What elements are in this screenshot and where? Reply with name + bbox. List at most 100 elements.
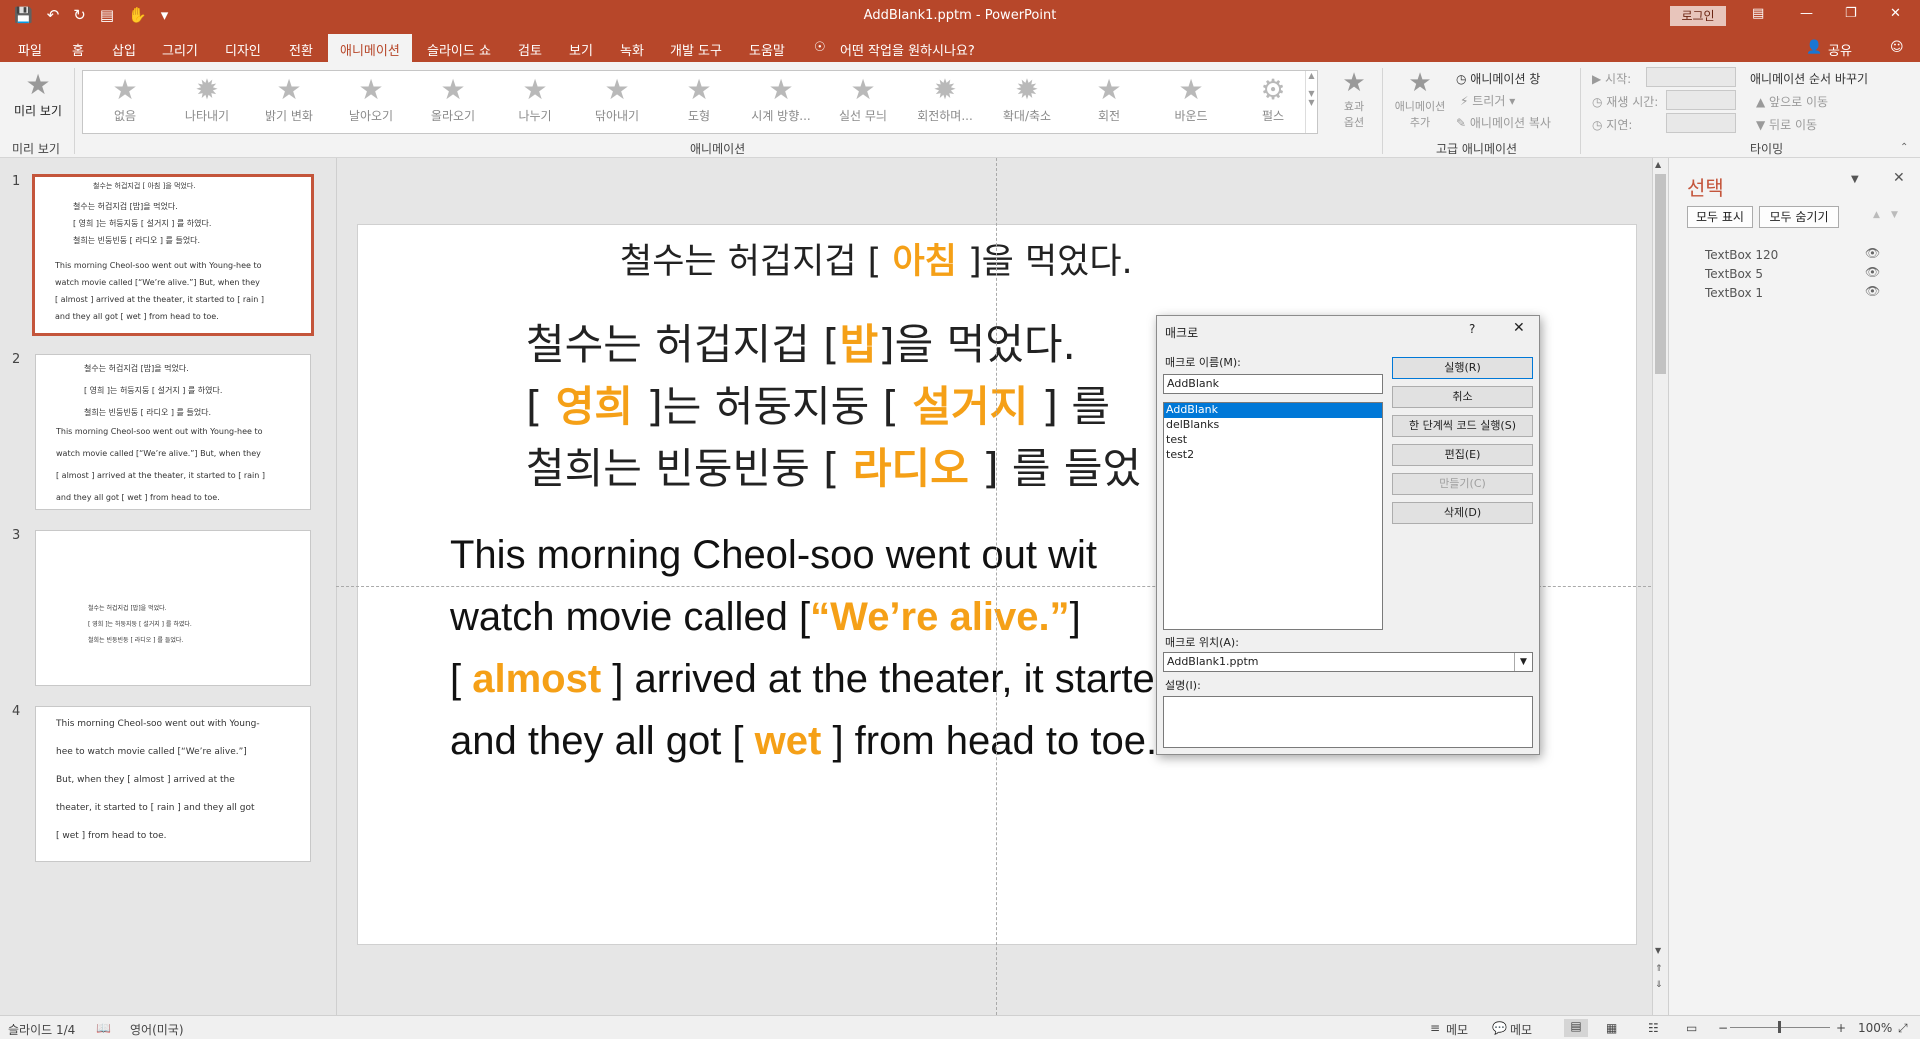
- trigger-button[interactable]: ⚡ 트리거 ▾: [1460, 92, 1515, 109]
- fit-slide-icon[interactable]: ⤢: [1898, 1021, 1908, 1036]
- tab-help[interactable]: 도움말: [749, 40, 785, 59]
- reading-view-icon[interactable]: ☷: [1648, 1021, 1659, 1035]
- animation-painter-button[interactable]: ✎ 애니메이션 복사: [1456, 114, 1551, 131]
- animation-split[interactable]: ★ 나누기: [495, 73, 575, 133]
- macro-list-item[interactable]: test: [1164, 433, 1382, 448]
- bring-forward-icon[interactable]: ▲: [1873, 210, 1880, 220]
- send-backward-icon[interactable]: ▼: [1891, 210, 1898, 220]
- tab-design[interactable]: 디자인: [225, 40, 261, 59]
- slide-thumbnail-2[interactable]: 철수는 허겁지겁 [밥]을 먹었다. [ 영희 ]는 허둥지둥 [ 설거지 ] …: [35, 354, 311, 510]
- start-dropdown[interactable]: [1646, 67, 1736, 87]
- textbox-120[interactable]: 철수는 허겁지겁 [ 아침 ]을 먹었다.: [620, 233, 1133, 284]
- english-line-2[interactable]: watch movie called [“We’re alive.”]: [450, 595, 1081, 640]
- delay-input[interactable]: [1666, 113, 1736, 133]
- animation-random-bars[interactable]: ★ 실선 무늬: [823, 73, 903, 133]
- selection-item[interactable]: TextBox 1: [1705, 286, 1763, 300]
- tell-me-search[interactable]: 어떤 작업을 원하시나요?: [840, 40, 975, 59]
- notes-icon[interactable]: ≡: [1430, 1021, 1440, 1035]
- hide-all-button[interactable]: 모두 숨기기: [1759, 206, 1839, 228]
- macro-list-item[interactable]: delBlanks: [1164, 418, 1382, 433]
- step-into-button[interactable]: 한 단계씩 코드 실행(S): [1392, 415, 1533, 437]
- slide-thumbnail-1[interactable]: 철수는 허겁지겁 [ 아침 ]을 먹었다. 철수는 허겁지겁 [밥]을 먹었다.…: [32, 174, 314, 336]
- visibility-eye-icon[interactable]: 👁: [1865, 246, 1880, 260]
- english-line-4[interactable]: and they all got [ wet ] from head to to…: [450, 719, 1157, 764]
- slide-line-1[interactable]: 철수는 허겁지겁 [밥]을 먹었다.: [526, 311, 1076, 372]
- share-button[interactable]: 공유: [1828, 40, 1852, 59]
- tab-slideshow[interactable]: 슬라이드 쇼: [427, 40, 491, 59]
- notes-button[interactable]: 메모: [1446, 1021, 1468, 1038]
- selection-item[interactable]: TextBox 120: [1705, 248, 1778, 262]
- smiley-icon[interactable]: ☺: [1890, 40, 1904, 55]
- previous-slide-icon[interactable]: ⇑: [1655, 964, 1663, 974]
- scroll-down-icon[interactable]: ▼: [1655, 946, 1661, 955]
- animation-zoom[interactable]: ✹ 확대/축소: [987, 73, 1067, 133]
- description-box[interactable]: [1163, 696, 1533, 748]
- tab-home[interactable]: 홈: [72, 40, 84, 59]
- visibility-eye-icon[interactable]: 👁: [1865, 284, 1880, 298]
- animation-shape[interactable]: ★ 도형: [659, 73, 739, 133]
- tab-view[interactable]: 보기: [569, 40, 593, 59]
- animation-wipe[interactable]: ★ 닦아내기: [577, 73, 657, 133]
- macro-list[interactable]: AddBlank delBlanks test test2: [1163, 402, 1383, 630]
- language-indicator[interactable]: 영어(미국): [130, 1021, 184, 1038]
- pane-options-icon[interactable]: ▼: [1851, 174, 1859, 185]
- selection-item[interactable]: TextBox 5: [1705, 267, 1763, 281]
- edit-button[interactable]: 편집(E): [1392, 444, 1533, 466]
- ribbon-display-icon[interactable]: ▤: [1752, 6, 1764, 21]
- slideshow-icon[interactable]: ▭: [1686, 1021, 1697, 1035]
- preview-button[interactable]: ★ 미리 보기: [10, 68, 66, 119]
- spellcheck-icon[interactable]: 📖: [96, 1021, 111, 1035]
- cancel-button[interactable]: 취소: [1392, 386, 1533, 408]
- delete-button[interactable]: 삭제(D): [1392, 502, 1533, 524]
- animation-grow-turn[interactable]: ✹ 회전하며...: [905, 73, 985, 133]
- zoom-out-icon[interactable]: −: [1718, 1021, 1728, 1035]
- animation-bounce[interactable]: ★ 바운드: [1151, 73, 1231, 133]
- tab-record[interactable]: 녹화: [620, 40, 644, 59]
- slide-thumbnail-4[interactable]: This morning Cheol-soo went out with You…: [35, 706, 311, 862]
- zoom-level[interactable]: 100%: [1858, 1021, 1892, 1035]
- macro-name-input[interactable]: AddBlank: [1163, 374, 1383, 394]
- move-earlier-button[interactable]: ▲ 앞으로 이동: [1756, 93, 1828, 110]
- animation-pane-button[interactable]: ◷ 애니메이션 창: [1456, 70, 1540, 87]
- tab-review[interactable]: 검토: [518, 40, 542, 59]
- visibility-eye-icon[interactable]: 👁: [1865, 265, 1880, 279]
- slide-line-2[interactable]: [ 영희 ]는 허둥지둥 [ 설거지 ] 를: [526, 373, 1110, 434]
- login-button[interactable]: 로그인: [1670, 6, 1726, 26]
- next-slide-icon[interactable]: ⇓: [1655, 980, 1663, 990]
- scroll-thumb[interactable]: [1655, 174, 1666, 374]
- create-button[interactable]: 만들기(C): [1392, 473, 1533, 495]
- minimize-button[interactable]: —: [1800, 6, 1813, 21]
- show-all-button[interactable]: 모두 표시: [1687, 206, 1753, 228]
- animation-none[interactable]: ★ 없음: [85, 73, 165, 133]
- duration-input[interactable]: [1666, 90, 1736, 110]
- dialog-close-icon[interactable]: ✕: [1513, 320, 1525, 336]
- normal-view-icon[interactable]: ▤: [1564, 1019, 1588, 1037]
- comments-icon[interactable]: 💬: [1492, 1021, 1507, 1035]
- effect-options-button[interactable]: ★ 효과 옵션: [1330, 68, 1378, 130]
- zoom-slider-thumb[interactable]: [1778, 1021, 1781, 1033]
- tab-draw[interactable]: 그리기: [162, 40, 198, 59]
- tab-file[interactable]: 파일: [18, 40, 42, 59]
- english-line-1[interactable]: This morning Cheol-soo went out wit: [450, 533, 1097, 578]
- move-later-button[interactable]: ▼ 뒤로 이동: [1756, 116, 1817, 133]
- chevron-down-icon[interactable]: ▼: [1514, 653, 1532, 671]
- comments-button[interactable]: 메모: [1510, 1021, 1532, 1038]
- vertical-scrollbar[interactable]: ▲ ▼ ⇑ ⇓: [1652, 158, 1668, 1015]
- slide-thumbnail-3[interactable]: 철수는 허겁지겁 [밥]을 먹었다. [ 영희 ]는 허둥지둥 [ 설거지 ] …: [35, 530, 311, 686]
- close-button[interactable]: ✕: [1890, 6, 1901, 21]
- macro-list-item[interactable]: test2: [1164, 448, 1382, 463]
- scroll-up-icon[interactable]: ▲: [1655, 160, 1661, 169]
- maximize-button[interactable]: ❐: [1845, 6, 1857, 21]
- tab-insert[interactable]: 삽입: [112, 40, 136, 59]
- zoom-in-icon[interactable]: +: [1836, 1021, 1846, 1035]
- animation-fade[interactable]: ★ 밝기 변화: [249, 73, 329, 133]
- help-button[interactable]: ?: [1469, 322, 1475, 336]
- close-pane-icon[interactable]: ✕: [1893, 170, 1905, 186]
- animation-float-in[interactable]: ★ 올라오기: [413, 73, 493, 133]
- animation-swivel[interactable]: ★ 회전: [1069, 73, 1149, 133]
- collapse-ribbon-icon[interactable]: ⌃: [1900, 142, 1908, 153]
- tab-animations[interactable]: 애니메이션: [328, 34, 412, 62]
- animation-fly-in[interactable]: ★ 날아오기: [331, 73, 411, 133]
- add-animation-button[interactable]: ★ 애니메이션 추가: [1390, 68, 1450, 130]
- run-button[interactable]: 실행(R): [1392, 357, 1533, 379]
